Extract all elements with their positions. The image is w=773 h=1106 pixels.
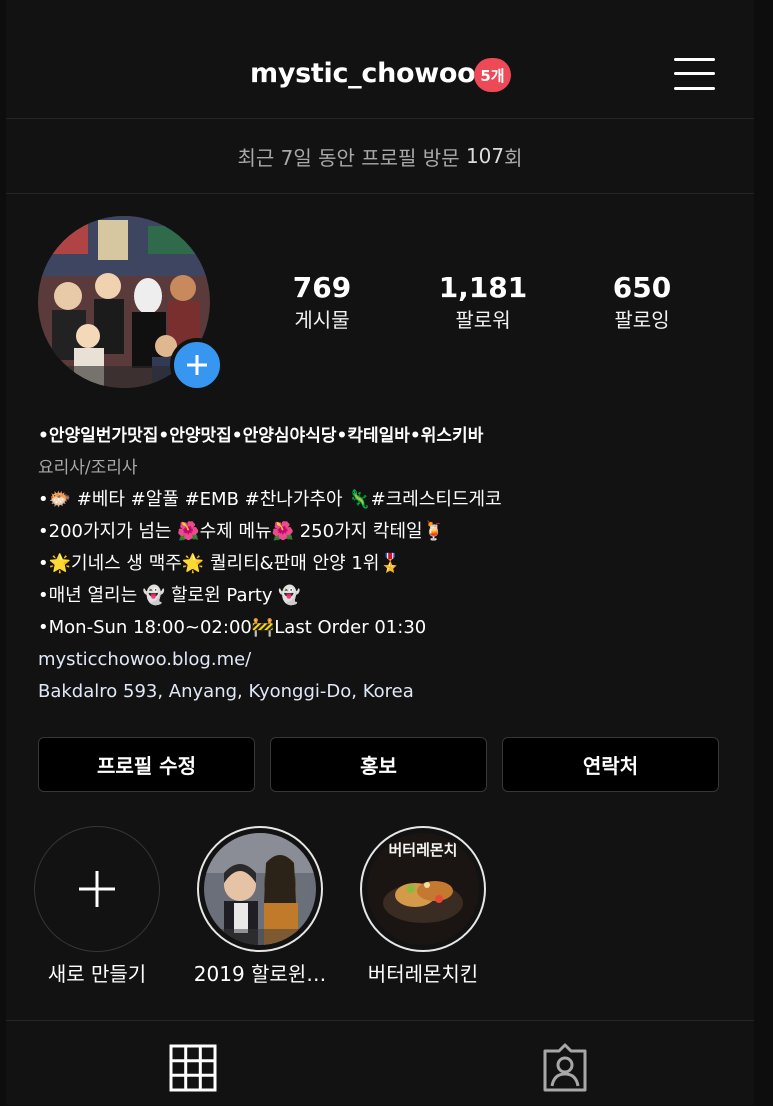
following-label: 팔로잉	[614, 308, 670, 332]
highlight-halloween[interactable]: 2019 할로윈…	[180, 826, 340, 988]
add-story-button[interactable]	[170, 338, 224, 392]
tagged-person-icon-glyph	[543, 1043, 587, 1092]
bio-line: •Mon-Sun 18:00~02:00🚧Last Order 01:30	[38, 617, 427, 638]
highlight-label: 2019 할로윈…	[193, 962, 327, 986]
followers-stat[interactable]: 1,181 팔로워	[413, 270, 553, 334]
username-switcher[interactable]: mystic_chowoo	[250, 58, 476, 89]
bio-line: •🐡 #베타 #알풀 #EMB #찬나가추아 🦎#크레스티드게코	[38, 489, 502, 510]
highlight-cover: 버터레몬치	[367, 833, 479, 945]
highlight-label: 버터레몬치킨	[367, 962, 479, 986]
posts-count: 769	[292, 271, 352, 304]
highlight-new-ring	[34, 826, 160, 952]
highlight-ring	[197, 826, 323, 952]
tagged-person-icon[interactable]	[540, 1043, 590, 1093]
highlight-label: 새로 만들기	[47, 962, 147, 986]
bio-line: •200가지가 넘는 🌺수제 메뉴🌺 250가지 칵테일🍹	[38, 521, 446, 542]
contact-button[interactable]: 연락처	[502, 737, 719, 792]
visits-suffix: 회	[504, 145, 523, 170]
following-stat[interactable]: 650 팔로잉	[572, 270, 712, 334]
highlight-cover-image	[204, 833, 316, 945]
following-count: 650	[612, 271, 672, 304]
profile-tab-bar	[6, 1020, 754, 1106]
visits-count: 107	[465, 144, 505, 168]
followers-label: 팔로워	[455, 308, 511, 332]
edit-profile-button[interactable]: 프로필 수정	[38, 737, 255, 792]
profile-name: •안양일번가맛집•안양맛집•안양심야식당•칵테일바•위스키바	[38, 426, 484, 446]
plus-icon	[79, 871, 115, 907]
plus-icon	[187, 355, 207, 375]
promote-button[interactable]: 홍보	[270, 737, 487, 792]
bio-line: •매년 열리는 👻 할로윈 Party 👻	[38, 585, 301, 606]
highlight-new[interactable]: 새로 만들기	[17, 826, 177, 988]
hamburger-menu-icon[interactable]	[672, 54, 718, 94]
bio-line: •🌟기네스 생 맥주🌟 퀄리티&판매 안양 1위🎖️	[38, 553, 402, 574]
website-link[interactable]: mysticchowoo.blog.me/	[38, 644, 738, 676]
notification-badge[interactable]: 5개	[474, 58, 511, 92]
highlight-butter-lemon-chicken[interactable]: 버터레몬치 버터레몬치킨	[343, 826, 503, 988]
profile-screen: mystic_chowoo 5개 최근 7일 동안 프로필 방문 107 회 7…	[6, 0, 754, 1105]
profile-visits-banner[interactable]: 최근 7일 동안 프로필 방문 107 회	[6, 119, 754, 194]
highlight-ring: 버터레몬치	[360, 826, 486, 952]
visits-prefix: 최근 7일 동안 프로필 방문	[237, 145, 466, 170]
grid-icon[interactable]	[168, 1043, 218, 1093]
highlight-cover-text: 버터레몬치	[388, 841, 458, 859]
followers-count: 1,181	[438, 271, 528, 304]
address-link[interactable]: Bakdalro 593, Anyang, Kyonggi-Do, Korea	[38, 676, 738, 708]
posts-stat[interactable]: 769 게시물	[252, 270, 392, 334]
profile-category: 요리사/조리사	[38, 458, 138, 478]
posts-label: 게시물	[294, 308, 350, 332]
grid-icon-glyph	[169, 1044, 217, 1092]
bio-section: •안양일번가맛집•안양맛집•안양심야식당•칵테일바•위스키바 요리사/조리사 •…	[38, 420, 738, 708]
highlight-cover	[204, 833, 316, 945]
top-header: mystic_chowoo 5개	[6, 0, 754, 119]
